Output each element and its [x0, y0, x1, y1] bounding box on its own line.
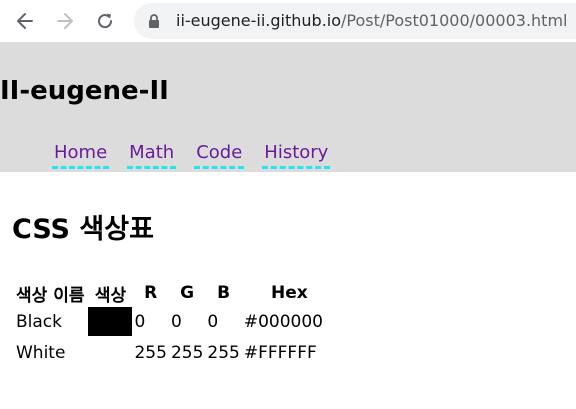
nav-link-history[interactable]: History — [262, 141, 331, 169]
table-row: White 255 255 255 #FFFFFF — [12, 337, 325, 368]
url-path: /Post/Post01000/00003.html — [341, 11, 568, 30]
color-table: 색상 이름 색상 R G B Hex Black 0 0 0 #000000 W… — [12, 280, 325, 368]
header-hex: Hex — [271, 283, 308, 303]
cell-b: 0 — [207, 311, 219, 332]
cell-color-name: White — [16, 342, 66, 363]
address-bar[interactable]: ii-eugene-ii.github.io/Post/Post01000/00… — [134, 3, 576, 39]
color-swatch-white — [88, 338, 133, 367]
arrow-left-icon — [17, 13, 33, 29]
header-g: G — [180, 283, 195, 303]
header-color-swatch: 색상 — [94, 285, 127, 306]
reload-button[interactable] — [90, 6, 120, 36]
nav-link-math[interactable]: Math — [127, 141, 177, 169]
table-row: Black 0 0 0 #000000 — [12, 306, 325, 337]
header-r: R — [144, 283, 158, 303]
lock-icon — [149, 14, 159, 28]
nav-link-code[interactable]: Code — [194, 141, 245, 169]
site-nav: Home Math Code History — [52, 141, 331, 169]
table-header-row: 색상 이름 색상 R G B Hex — [12, 280, 325, 306]
color-swatch-black — [88, 307, 133, 336]
cell-hex: #000000 — [243, 311, 323, 332]
cell-color-name: Black — [16, 311, 62, 332]
cell-swatch — [88, 306, 133, 337]
arrow-right-icon — [57, 13, 73, 29]
nav-link-home[interactable]: Home — [52, 141, 110, 169]
cell-r: 0 — [134, 311, 146, 332]
header-b: B — [217, 283, 231, 303]
cell-g: 255 — [170, 342, 204, 363]
site-header: II-eugene-II Home Math Code History — [0, 42, 576, 172]
back-button[interactable] — [10, 6, 40, 36]
url-host: ii-eugene-ii.github.io — [176, 11, 342, 30]
cell-b: 255 — [207, 342, 240, 363]
reload-icon — [98, 13, 113, 29]
cell-r: 255 — [134, 342, 167, 363]
cell-hex: #FFFFFF — [243, 342, 317, 363]
site-title[interactable]: II-eugene-II — [0, 74, 169, 108]
cell-swatch — [88, 337, 133, 368]
cell-g: 0 — [170, 311, 182, 332]
header-color-name: 색상 이름 — [16, 285, 85, 306]
page-title: CSS 색상표 — [12, 214, 154, 245]
url-text: ii-eugene-ii.github.io/Post/Post01000/00… — [176, 11, 567, 30]
forward-button[interactable] — [50, 6, 80, 36]
browser-toolbar: ii-eugene-ii.github.io/Post/Post01000/00… — [0, 0, 576, 42]
